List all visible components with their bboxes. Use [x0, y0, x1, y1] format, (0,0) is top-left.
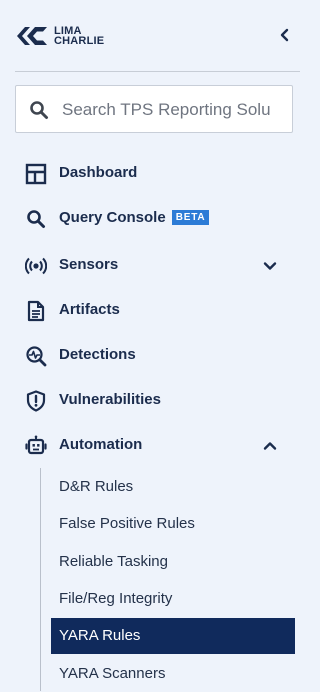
dashboard-icon: [25, 163, 47, 185]
limacharlie-logo-icon: [17, 27, 47, 45]
search-box[interactable]: [15, 85, 294, 133]
detections-icon: [26, 346, 47, 367]
nav-label-artifacts: Artifacts: [59, 301, 120, 318]
nav-item-dashboard[interactable]: Dashboard: [0, 153, 308, 193]
submenu-item-dr-rules[interactable]: D&R Rules: [51, 469, 295, 505]
nav-item-detections[interactable]: Detections: [0, 335, 308, 375]
nav-item-vulnerabilities[interactable]: Vulnerabilities: [0, 380, 308, 420]
chevron-left-icon: [280, 28, 289, 42]
sensors-icon: [25, 257, 47, 275]
robot-icon: [25, 435, 47, 455]
query-console-text: Query Console: [59, 209, 166, 226]
search-icon: [27, 210, 45, 228]
nav-label-query-console: Query Console BETA: [59, 209, 210, 226]
nav-label-detections: Detections: [59, 346, 136, 363]
submenu-label: Reliable Tasking: [59, 553, 168, 570]
submenu-label: D&R Rules: [59, 478, 134, 495]
submenu-item-false-positive-rules[interactable]: False Positive Rules: [51, 506, 295, 542]
submenu-label: YARA Scanners: [59, 665, 166, 682]
submenu-item-yara-scanners[interactable]: YARA Scanners: [51, 656, 295, 692]
submenu-item-reliable-tasking[interactable]: Reliable Tasking: [51, 544, 295, 580]
submenu-label: False Positive Rules: [59, 515, 195, 532]
brand-logo[interactable]: LIMA CHARLIE: [15, 23, 104, 49]
nav-item-automation[interactable]: Automation: [0, 425, 308, 465]
nav-label-automation: Automation: [59, 436, 143, 453]
submenu-item-file-reg-integrity[interactable]: File/Reg Integrity: [51, 581, 295, 617]
collapse-sidebar-button[interactable]: [276, 26, 294, 44]
submenu-label: YARA Rules: [59, 627, 141, 644]
submenu-label: File/Reg Integrity: [59, 590, 173, 607]
chevron-down-icon[interactable]: [262, 258, 278, 274]
document-icon: [27, 300, 45, 322]
shield-alert-icon: [26, 390, 46, 412]
search-icon: [30, 101, 48, 119]
beta-badge: BETA: [171, 210, 210, 225]
nav-label-dashboard: Dashboard: [59, 164, 138, 181]
submenu-guide-line: [40, 468, 41, 691]
sidebar-header: LIMA CHARLIE: [0, 0, 308, 72]
brand-line-2: CHARLIE: [54, 35, 105, 47]
nav-item-query-console[interactable]: Query Console BETA: [0, 198, 308, 238]
nav-label-sensors: Sensors: [59, 256, 119, 273]
chevron-up-icon[interactable]: [262, 438, 278, 454]
nav-item-sensors[interactable]: Sensors: [0, 245, 308, 285]
submenu-item-yara-rules[interactable]: YARA Rules: [51, 618, 295, 654]
header-divider: [15, 71, 300, 72]
sidebar: LIMA CHARLIE Dashboard Query C: [0, 0, 308, 691]
nav-label-vulnerabilities: Vulnerabilities: [59, 391, 161, 408]
search-input[interactable]: [60, 94, 294, 126]
nav-item-artifacts[interactable]: Artifacts: [0, 290, 308, 330]
brand-name: LIMA CHARLIE: [54, 26, 105, 47]
